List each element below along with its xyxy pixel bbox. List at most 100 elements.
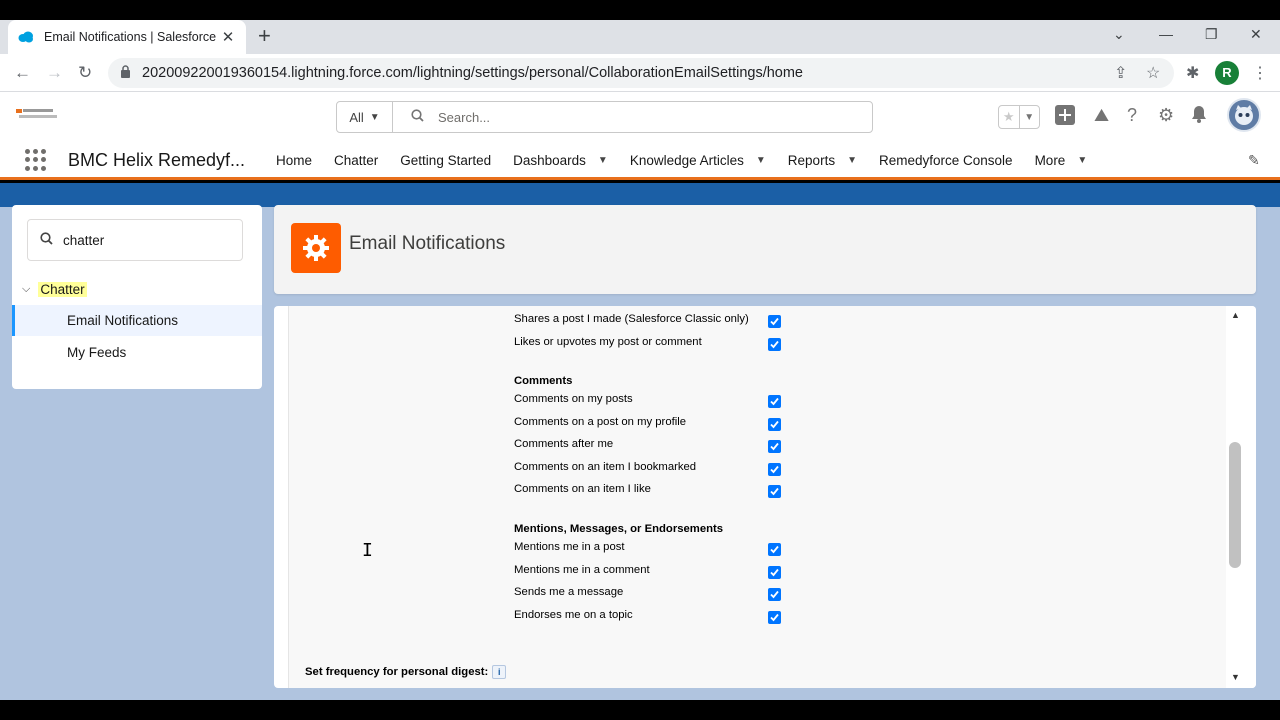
scroll-up-arrow-icon[interactable]: ▲ [1231, 310, 1240, 320]
restore-icon[interactable]: ❐ [1205, 26, 1218, 43]
nav-item-knowledge-articles[interactable]: Knowledge Articles ▼ [630, 140, 766, 180]
search-scope-label: All [349, 109, 364, 125]
extensions-icon[interactable]: ✱ [1186, 63, 1199, 83]
digest-frequency-label: Set frequency for personal digest: i [305, 665, 507, 679]
quick-find-value: chatter [63, 232, 105, 248]
setting-checkbox[interactable] [768, 565, 781, 579]
back-icon[interactable]: ← [14, 63, 31, 83]
tab-search-icon[interactable]: ⌄ [1113, 26, 1125, 43]
tab-close-icon[interactable]: ✕ [220, 28, 236, 46]
section-heading: Comments [514, 375, 573, 387]
search-scope-select[interactable]: All ▼ [337, 102, 393, 132]
global-header: All ▼ Search... ★ ▼ ⛰ ? ⚙ [0, 92, 1280, 140]
forward-icon[interactable]: → [46, 63, 63, 83]
setting-checkbox[interactable] [768, 440, 781, 454]
checkmark-icon [770, 465, 779, 474]
app-launcher-icon[interactable] [25, 149, 47, 171]
tree-node-chatter[interactable]: ⌵ Chatter [22, 282, 87, 297]
search-placeholder: Search... [438, 109, 491, 125]
nav-item-remedyforce-console[interactable]: Remedyforce Console [879, 140, 1013, 180]
setting-checkbox[interactable] [768, 395, 781, 408]
chevron-down-icon[interactable]: ▼ [598, 155, 608, 166]
checkmark-icon [770, 488, 779, 496]
tab-title: Email Notifications | Salesforce [44, 30, 217, 44]
nav-item-home[interactable]: Home [276, 140, 312, 180]
browser-tabstrip: Email Notifications | Salesforce ✕ + ⌄ —… [0, 20, 1280, 54]
setting-label: Shares a post I made (Salesforce Classic… [514, 313, 749, 325]
nav-item-getting-started[interactable]: Getting Started [400, 140, 491, 180]
user-avatar[interactable] [1227, 98, 1261, 132]
profile-avatar[interactable]: R [1215, 61, 1239, 85]
tree-node-label: Chatter [38, 282, 87, 297]
checkmark-icon [770, 613, 779, 622]
url-text: 202009220019360154.lightning.force.com/l… [142, 65, 803, 81]
nav-item-more[interactable]: More ▼ [1035, 140, 1088, 180]
global-search: All ▼ Search... [336, 101, 873, 133]
nav-item-label: Remedyforce Console [878, 152, 1013, 168]
section-heading: Mentions, Messages, or Endorsements [514, 523, 724, 535]
chevron-down-icon[interactable]: ▼ [1077, 155, 1087, 166]
setup-gear-icon[interactable]: ⚙ [1158, 105, 1174, 126]
search-input[interactable]: Search... [393, 102, 872, 132]
bmc-logo[interactable] [16, 108, 60, 122]
checkmark-icon [770, 591, 779, 599]
page-title: Email Notifications [349, 233, 506, 254]
setting-checkbox[interactable] [768, 462, 781, 476]
setting-checkbox[interactable] [768, 588, 781, 602]
favorite-star-icon[interactable]: ★ [999, 106, 1019, 128]
address-bar[interactable]: 202009220019360154.lightning.force.com/l… [108, 58, 1174, 88]
chevron-down-icon[interactable]: ▼ [847, 155, 857, 166]
nav-item-label: Knowledge Articles [629, 152, 744, 168]
browser-tab[interactable]: Email Notifications | Salesforce ✕ [8, 20, 246, 54]
nav-item-chatter[interactable]: Chatter [334, 140, 378, 180]
trailhead-guidance-icon[interactable]: ⛰ [1094, 105, 1109, 126]
window-close-icon[interactable]: ✕ [1250, 26, 1262, 43]
checkmark-icon [770, 420, 779, 428]
checkmark-icon [770, 545, 779, 554]
tree-item-email-notifications[interactable]: Email Notifications [12, 305, 262, 336]
reload-icon[interactable]: ↻ [78, 63, 92, 83]
new-tab-icon[interactable]: + [258, 25, 271, 47]
settings-gear-icon [291, 223, 341, 273]
scroll-down-arrow-icon[interactable]: ▼ [1231, 672, 1240, 682]
favorites-dropdown-icon[interactable]: ▼ [1018, 106, 1040, 128]
setting-checkbox[interactable] [768, 417, 781, 431]
setup-sidebar: chatter ⌵ Chatter Email Notifications My… [12, 205, 262, 389]
bookmark-star-icon[interactable]: ☆ [1146, 63, 1160, 83]
share-icon[interactable]: ⇪ [1114, 63, 1127, 83]
setting-label: Comments on a post on my profile [514, 415, 687, 428]
setting-label: Endorses me on a topic [514, 608, 633, 621]
minimize-icon[interactable]: — [1159, 26, 1173, 42]
browser-toolbar: ← → ↻ 202009220019360154.lightning.force… [0, 54, 1280, 92]
nav-item-label: Getting Started [400, 152, 492, 168]
nav-item-label: Chatter [334, 152, 379, 168]
global-actions-plus-icon[interactable] [1055, 105, 1075, 130]
tree-item-my-feeds[interactable]: My Feeds [12, 337, 262, 368]
kebab-menu-icon[interactable]: ⋮ [1252, 63, 1268, 83]
settings-content: Set frequency for personal digest: i Sha… [274, 306, 1256, 688]
favorites-group: ★ ▼ [998, 105, 1040, 129]
info-icon[interactable]: i [492, 665, 507, 679]
setting-checkbox[interactable] [768, 315, 781, 328]
scrollbar-thumb[interactable] [1229, 442, 1241, 568]
quick-find-input[interactable]: chatter [27, 219, 243, 261]
setting-label: Comments on my posts [514, 393, 633, 405]
chevron-down-icon[interactable]: ▼ [756, 155, 766, 166]
setting-checkbox[interactable] [768, 485, 781, 499]
setting-checkbox[interactable] [768, 337, 781, 351]
setting-checkbox[interactable] [768, 543, 781, 556]
chevron-down-icon: ⌵ [22, 283, 31, 295]
nav-item-label: More [1034, 152, 1066, 168]
nav-item-reports[interactable]: Reports ▼ [788, 140, 857, 180]
help-icon[interactable]: ? [1127, 105, 1137, 126]
setting-checkbox[interactable] [768, 610, 781, 624]
nav-item-dashboards[interactable]: Dashboards ▼ [513, 140, 608, 180]
tree-item-label: My Feeds [67, 345, 127, 360]
nav-item-label: Home [276, 152, 313, 168]
search-icon [411, 109, 424, 125]
salesforce-cloud-icon [18, 29, 34, 45]
search-icon [40, 232, 53, 248]
edit-nav-pencil-icon[interactable]: ✎ [1248, 152, 1260, 169]
notifications-bell-icon[interactable] [1190, 105, 1208, 128]
chevron-down-icon: ▼ [369, 111, 380, 123]
